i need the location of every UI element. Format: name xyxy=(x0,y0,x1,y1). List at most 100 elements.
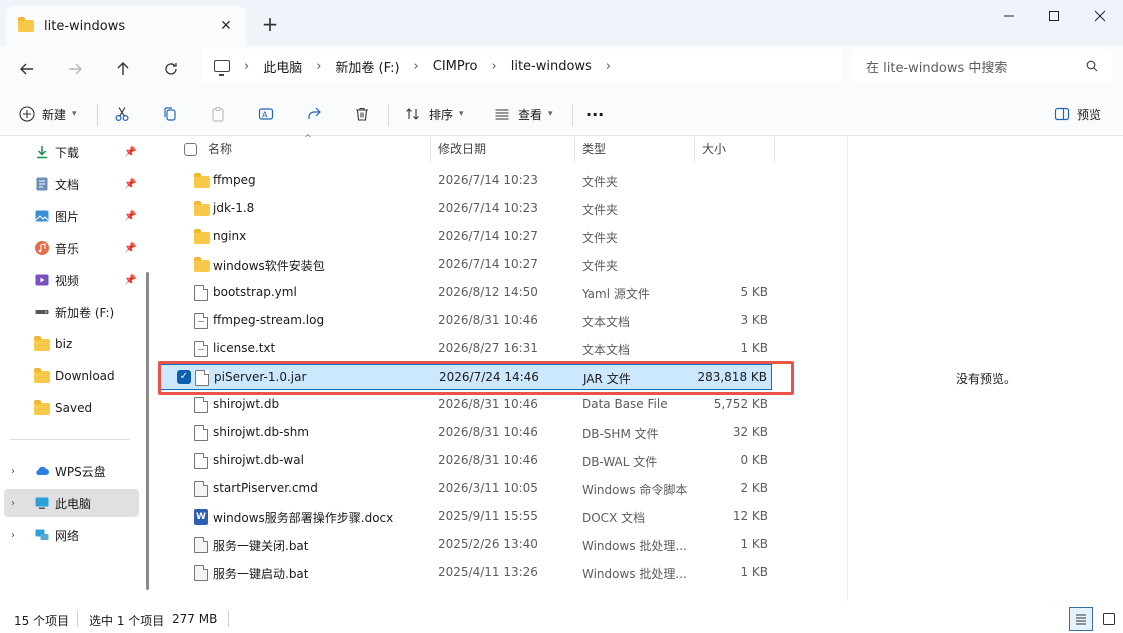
file-name: shirojwt.db xyxy=(213,397,280,411)
new-tab-button[interactable]: + xyxy=(258,12,282,36)
minimize-button[interactable] xyxy=(986,0,1032,32)
more-options-button[interactable]: ··· xyxy=(586,100,604,128)
forward-button[interactable] xyxy=(59,52,91,86)
sidebar-item-music[interactable]: 音乐 📌 xyxy=(0,234,140,262)
breadcrumb-lite-windows[interactable]: lite-windows xyxy=(503,59,600,74)
new-button[interactable]: 新建 ▾ xyxy=(17,100,77,128)
refresh-button[interactable] xyxy=(155,52,187,86)
sidebar-item-documents[interactable]: 文档 📌 xyxy=(0,170,140,198)
file-row[interactable]: ✓ piServer-1.0.jar 2026/7/24 14:46 JAR 文件 28… xyxy=(160,364,772,390)
file-row[interactable]: 服务一键关闭.bat 2025/2/26 13:40 Windows 批处理... 1… xyxy=(160,532,772,558)
cut-button[interactable] xyxy=(112,100,132,128)
file-row[interactable]: ffmpeg-stream.log 2026/8/31 10:46 文本文档 3 KB xyxy=(160,308,772,334)
file-size: 1 KB xyxy=(740,341,768,355)
select-all-checkbox[interactable] xyxy=(184,143,197,156)
file-name: nginx xyxy=(213,229,247,243)
file-row[interactable]: Wwindows服务部署操作步骤.docx 2025/9/11 15:55 DOCX… xyxy=(160,504,772,530)
row-checkbox[interactable]: ✓ xyxy=(177,370,191,384)
breadcrumb-separator[interactable]: › xyxy=(600,59,617,74)
arrow-right-icon xyxy=(69,63,82,75)
pin-icon[interactable]: 📌 xyxy=(124,179,136,190)
breadcrumb-drive-f[interactable]: 新加卷 (F:) xyxy=(327,57,407,76)
file-row[interactable]: shirojwt.db-wal 2026/8/31 10:46 DB-WAL 文件 0… xyxy=(160,448,772,474)
file-list: ^ 名称 修改日期 类型 大小 ffmpeg 2026/7/14 10:23 文件夹… xyxy=(156,134,846,601)
file-date: 2026/7/24 14:46 xyxy=(439,370,539,384)
folder-icon xyxy=(194,173,210,189)
file-row[interactable]: windows软件安装包 2026/7/14 10:27 文件夹 xyxy=(160,252,772,278)
file-row[interactable]: bootstrap.yml 2026/8/12 14:50 Yaml 源文件 5 KB xyxy=(160,280,772,306)
chevron-right-icon[interactable]: › xyxy=(11,498,15,509)
sidebar-item-biz[interactable]: biz xyxy=(0,330,140,358)
close-tab-button[interactable]: ✕ xyxy=(216,16,236,36)
column-divider[interactable] xyxy=(774,137,775,163)
sort-button[interactable]: 排序 ▾ xyxy=(403,100,464,128)
file-type: JAR 文件 xyxy=(583,372,631,386)
chevron-right-icon[interactable]: › xyxy=(11,466,15,477)
breadcrumb-separator[interactable]: › xyxy=(310,59,327,74)
file-row[interactable]: nginx 2026/7/14 10:27 文件夹 xyxy=(160,224,772,250)
sidebar-item-pictures[interactable]: 图片 📌 xyxy=(0,202,140,230)
sidebar-item-label: 图片 xyxy=(55,209,80,224)
sidebar-item-videos[interactable]: 视频 📌 xyxy=(0,266,140,294)
delete-button[interactable] xyxy=(352,100,372,128)
column-header-name[interactable]: 名称 xyxy=(208,137,232,163)
breadcrumb-separator[interactable]: › xyxy=(486,59,503,74)
file-row[interactable]: license.txt 2026/8/27 16:31 文本文档 1 KB xyxy=(160,336,772,362)
sidebar-item-drive-f[interactable]: 新加卷 (F:) xyxy=(0,298,140,326)
status-divider xyxy=(77,611,78,627)
breadcrumb-separator[interactable]: › xyxy=(408,59,425,74)
view-button[interactable]: 查看 ▾ xyxy=(492,100,553,128)
file-row[interactable]: shirojwt.db-shm 2026/8/31 10:46 DB-SHM 文件 3… xyxy=(160,420,772,446)
details-view-button[interactable] xyxy=(1069,607,1093,631)
share-button[interactable] xyxy=(304,100,324,128)
pin-icon[interactable]: 📌 xyxy=(124,211,136,222)
sidebar-item-download[interactable]: Download xyxy=(0,362,140,390)
file-row[interactable]: ffmpeg 2026/7/14 10:23 文件夹 xyxy=(160,168,772,194)
column-header-date[interactable]: 修改日期 xyxy=(438,137,486,163)
column-header-type[interactable]: 类型 xyxy=(582,137,606,163)
rename-icon: A xyxy=(258,108,274,120)
new-label: 新建 xyxy=(42,107,67,122)
pin-icon[interactable]: 📌 xyxy=(124,243,136,254)
sidebar-item-label: 文档 xyxy=(55,177,80,192)
breadcrumb-separator[interactable]: › xyxy=(238,59,255,74)
file-row[interactable]: shirojwt.db 2026/8/31 10:46 Data Base File… xyxy=(160,392,772,418)
column-divider[interactable] xyxy=(694,137,695,163)
chevron-right-icon[interactable]: › xyxy=(11,530,15,541)
tiles-view-button[interactable] xyxy=(1097,607,1121,631)
sidebar-scrollbar[interactable] xyxy=(146,272,149,590)
up-button[interactable] xyxy=(107,52,139,86)
file-type: 文本文档 xyxy=(582,343,631,357)
close-window-button[interactable] xyxy=(1077,0,1123,32)
pin-icon[interactable]: 📌 xyxy=(124,275,136,286)
column-divider[interactable] xyxy=(430,137,431,163)
file-name: startPiserver.cmd xyxy=(213,481,318,495)
sidebar-item-downloads[interactable]: 下载 📌 xyxy=(0,138,140,166)
file-row[interactable]: startPiserver.cmd 2026/3/11 10:05 Windows … xyxy=(160,476,772,502)
file-date: 2026/8/27 16:31 xyxy=(438,341,538,355)
sidebar-item-wps-cloud[interactable]: › WPS云盘 xyxy=(0,457,140,485)
pin-icon[interactable]: 📌 xyxy=(124,147,136,158)
column-divider[interactable] xyxy=(574,137,575,163)
search-input[interactable]: 在 lite-windows 中搜索 xyxy=(852,49,1112,83)
tab-lite-windows[interactable]: lite-windows ✕ xyxy=(6,6,246,46)
file-row[interactable]: jdk-1.8 2026/7/14 10:23 文件夹 xyxy=(160,196,772,222)
paste-button[interactable] xyxy=(208,100,228,128)
sidebar-item-this-pc[interactable]: › 此电脑 xyxy=(4,489,139,517)
cut-icon xyxy=(115,107,129,122)
preview-pane-button[interactable]: 预览 xyxy=(1052,100,1101,128)
breadcrumb-cimpro[interactable]: CIMPro xyxy=(425,59,486,74)
sidebar-item-network[interactable]: › 网络 xyxy=(0,521,140,549)
sidebar-divider xyxy=(10,439,130,440)
breadcrumb-this-pc[interactable]: 此电脑 xyxy=(255,57,310,76)
status-divider xyxy=(228,611,229,627)
file-row[interactable]: 服务一键启动.bat 2025/4/11 13:26 Windows 批处理... 1… xyxy=(160,560,772,586)
column-header-size[interactable]: 大小 xyxy=(702,137,726,163)
maximize-button[interactable] xyxy=(1031,0,1077,32)
back-button[interactable] xyxy=(11,52,43,86)
breadcrumb[interactable]: › 此电脑 › 新加卷 (F:) › CIMPro › lite-windows… xyxy=(202,49,842,83)
copy-button[interactable] xyxy=(160,100,180,128)
sidebar-item-label: Saved xyxy=(55,401,93,415)
sidebar-item-saved[interactable]: Saved xyxy=(0,394,140,422)
rename-button[interactable]: A xyxy=(256,100,276,128)
